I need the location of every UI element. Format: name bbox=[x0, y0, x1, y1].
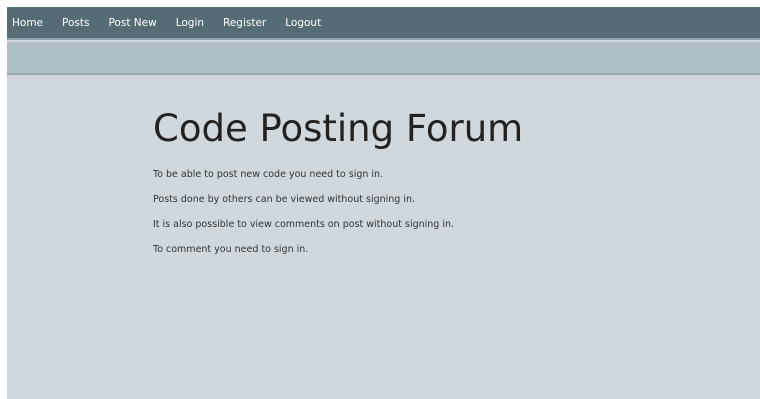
sub-header-bar bbox=[7, 42, 760, 75]
nav-link-logout[interactable]: Logout bbox=[285, 17, 321, 29]
page-frame: Home Posts Post New Login Register Logou… bbox=[7, 7, 760, 399]
nav-link-posts[interactable]: Posts bbox=[62, 17, 89, 29]
intro-paragraph-sign-in: To be able to post new code you need to … bbox=[153, 169, 384, 180]
intro-paragraph-comment: To comment you need to sign in. bbox=[153, 244, 309, 255]
nav-link-post-new[interactable]: Post New bbox=[108, 17, 156, 29]
main-content: Code Posting Forum To be able to post ne… bbox=[153, 107, 713, 255]
intro-paragraph-view-posts: Posts done by others can be viewed witho… bbox=[153, 194, 416, 205]
nav-link-home[interactable]: Home bbox=[12, 17, 43, 29]
top-navbar: Home Posts Post New Login Register Logou… bbox=[7, 7, 760, 40]
nav-link-register[interactable]: Register bbox=[223, 17, 266, 29]
intro-paragraph-view-comments: It is also possible to view comments on … bbox=[153, 219, 455, 230]
nav-link-login[interactable]: Login bbox=[176, 17, 204, 29]
page-title: Code Posting Forum bbox=[153, 107, 524, 150]
